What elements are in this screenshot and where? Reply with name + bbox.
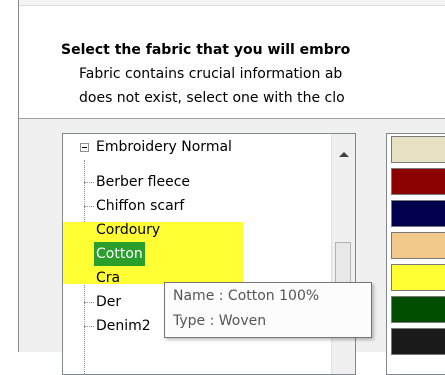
tree-connector [84,182,94,183]
screen: Select the fabric that you will embro Fa… [0,0,445,375]
color-swatch[interactable] [391,200,445,227]
fabric-tree[interactable]: Embroidery Normal Berber fleece Chiffon … [62,133,356,375]
color-swatch[interactable] [391,136,445,163]
color-swatch[interactable] [391,168,445,195]
tooltip-name: Name : Cotton 100% [173,288,320,304]
tree-connector [84,302,94,303]
tree-item-chiffon-scarf[interactable]: Chiffon scarf [96,194,184,218]
tree-item-cotton-selected[interactable]: Cotton [94,242,145,266]
tree-scrollbar[interactable] [331,134,355,374]
tree-item-berber-fleece[interactable]: Berber fleece [96,170,190,194]
tooltip-type: Type : Woven [173,313,267,329]
tree-connector [84,326,94,327]
fabric-color-swatches [386,133,445,375]
color-swatch[interactable] [391,232,445,259]
fabric-tooltip: Name : Cotton 100% Type : Woven [164,282,372,338]
tree-item-cra[interactable]: Cra [96,266,120,290]
scroll-up-arrow-icon[interactable] [339,152,349,157]
color-swatch[interactable] [391,296,445,323]
dialog-header: Select the fabric that you will embro Fa… [19,6,445,116]
color-swatch[interactable] [391,264,445,291]
tree-item-denim2[interactable]: Denim2 [96,314,151,338]
dialog-description-line-1: Fabric contains crucial information ab [79,66,343,82]
tree-connector [84,206,94,207]
tree-item-der[interactable]: Der [96,290,121,314]
dialog-description-line-2: does not exist, select one with the clo [79,90,345,106]
color-swatch[interactable] [391,328,445,355]
tree-root-embroidery-normal[interactable]: Embroidery Normal [96,135,232,159]
tree-item-cordoury[interactable]: Cordoury [96,218,160,242]
dialog-title: Select the fabric that you will embro [61,42,351,58]
collapse-toggle-icon[interactable] [80,143,89,152]
